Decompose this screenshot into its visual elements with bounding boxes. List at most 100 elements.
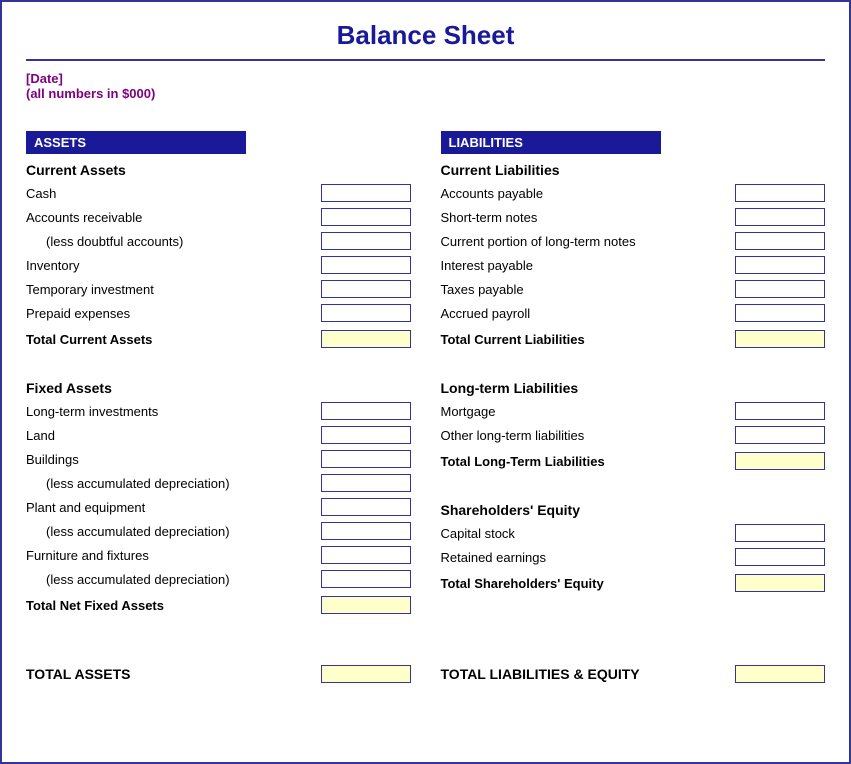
list-item: Mortgage bbox=[441, 400, 826, 422]
fixed-assets-title: Fixed Assets bbox=[26, 380, 411, 396]
page-title: Balance Sheet bbox=[26, 20, 825, 51]
temporary-investment-input[interactable] bbox=[321, 280, 411, 298]
list-item: Short-term notes bbox=[441, 206, 826, 228]
taxes-payable-label: Taxes payable bbox=[441, 282, 736, 297]
list-item: Furniture and fixtures bbox=[26, 544, 411, 566]
land-input[interactable] bbox=[321, 426, 411, 444]
prepaid-expenses-label: Prepaid expenses bbox=[26, 306, 321, 321]
inventory-input[interactable] bbox=[321, 256, 411, 274]
total-net-fixed-assets-row: Total Net Fixed Assets bbox=[26, 594, 411, 616]
list-item: Accounts payable bbox=[441, 182, 826, 204]
list-item: (less accumulated depreciation) bbox=[26, 568, 411, 590]
accounts-payable-input[interactable] bbox=[735, 184, 825, 202]
total-current-liabilities-row: Total Current Liabilities bbox=[441, 328, 826, 350]
plant-equipment-input[interactable] bbox=[321, 498, 411, 516]
total-current-liabilities-label: Total Current Liabilities bbox=[441, 332, 736, 347]
list-item: Retained earnings bbox=[441, 546, 826, 568]
inventory-label: Inventory bbox=[26, 258, 321, 273]
liabilities-header: LIABILITIES bbox=[441, 131, 661, 154]
assets-column: ASSETS Current Assets Cash Accounts rece… bbox=[26, 131, 411, 624]
buildings-label: Buildings bbox=[26, 452, 321, 467]
total-shareholders-equity-label: Total Shareholders' Equity bbox=[441, 576, 736, 591]
total-current-assets-row: Total Current Assets bbox=[26, 328, 411, 350]
total-longterm-liabilities-input[interactable] bbox=[735, 452, 825, 470]
total-assets-input[interactable] bbox=[321, 665, 411, 683]
total-liabilities-equity-row: TOTAL LIABILITIES & EQUITY bbox=[441, 662, 826, 686]
list-item: Inventory bbox=[26, 254, 411, 276]
total-shareholders-equity-input[interactable] bbox=[735, 574, 825, 592]
list-item: (less accumulated depreciation) bbox=[26, 520, 411, 542]
list-item: Long-term investments bbox=[26, 400, 411, 422]
longterm-liabilities-title: Long-term Liabilities bbox=[441, 380, 826, 396]
short-term-notes-input[interactable] bbox=[735, 208, 825, 226]
current-assets-title: Current Assets bbox=[26, 162, 411, 178]
accounts-receivable-label: Accounts receivable bbox=[26, 210, 321, 225]
capital-stock-input[interactable] bbox=[735, 524, 825, 542]
prepaid-expenses-input[interactable] bbox=[321, 304, 411, 322]
other-longterm-input[interactable] bbox=[735, 426, 825, 444]
total-assets-row: TOTAL ASSETS bbox=[26, 662, 411, 686]
list-item: Accrued payroll bbox=[441, 302, 826, 324]
total-liabilities-equity-input[interactable] bbox=[735, 665, 825, 683]
list-item: Accounts receivable bbox=[26, 206, 411, 228]
less-accum-dep1-input[interactable] bbox=[321, 474, 411, 492]
less-accum-dep3-label: (less accumulated depreciation) bbox=[26, 572, 321, 587]
liabilities-column: LIABILITIES Current Liabilities Accounts… bbox=[441, 131, 826, 624]
list-item: Prepaid expenses bbox=[26, 302, 411, 324]
other-longterm-label: Other long-term liabilities bbox=[441, 428, 736, 443]
total-shareholders-equity-row: Total Shareholders' Equity bbox=[441, 572, 826, 594]
current-liabilities-title: Current Liabilities bbox=[441, 162, 826, 178]
list-item: Buildings bbox=[26, 448, 411, 470]
plant-equipment-label: Plant and equipment bbox=[26, 500, 321, 515]
date-label: [Date] bbox=[26, 71, 825, 86]
list-item: Interest payable bbox=[441, 254, 826, 276]
list-item: Taxes payable bbox=[441, 278, 826, 300]
furniture-fixtures-label: Furniture and fixtures bbox=[26, 548, 321, 563]
longterm-investments-label: Long-term investments bbox=[26, 404, 321, 419]
list-item: (less doubtful accounts) bbox=[26, 230, 411, 252]
total-longterm-liabilities-label: Total Long-Term Liabilities bbox=[441, 454, 736, 469]
retained-earnings-label: Retained earnings bbox=[441, 550, 736, 565]
mortgage-input[interactable] bbox=[735, 402, 825, 420]
shareholders-equity-title: Shareholders' Equity bbox=[441, 502, 826, 518]
taxes-payable-input[interactable] bbox=[735, 280, 825, 298]
list-item: Temporary investment bbox=[26, 278, 411, 300]
interest-payable-label: Interest payable bbox=[441, 258, 736, 273]
interest-payable-input[interactable] bbox=[735, 256, 825, 274]
cash-input[interactable] bbox=[321, 184, 411, 202]
less-doubtful-label: (less doubtful accounts) bbox=[26, 234, 321, 249]
list-item: Other long-term liabilities bbox=[441, 424, 826, 446]
accounts-payable-label: Accounts payable bbox=[441, 186, 736, 201]
total-current-assets-input[interactable] bbox=[321, 330, 411, 348]
land-label: Land bbox=[26, 428, 321, 443]
total-net-fixed-assets-input[interactable] bbox=[321, 596, 411, 614]
list-item: Cash bbox=[26, 182, 411, 204]
temporary-investment-label: Temporary investment bbox=[26, 282, 321, 297]
total-assets-label: TOTAL ASSETS bbox=[26, 666, 321, 682]
numbers-note: (all numbers in $000) bbox=[26, 86, 825, 101]
short-term-notes-label: Short-term notes bbox=[441, 210, 736, 225]
total-current-assets-label: Total Current Assets bbox=[26, 332, 321, 347]
total-longterm-liabilities-row: Total Long-Term Liabilities bbox=[441, 450, 826, 472]
current-portion-longterm-input[interactable] bbox=[735, 232, 825, 250]
less-accum-dep3-input[interactable] bbox=[321, 570, 411, 588]
assets-header: ASSETS bbox=[26, 131, 246, 154]
accrued-payroll-label: Accrued payroll bbox=[441, 306, 736, 321]
less-doubtful-input[interactable] bbox=[321, 232, 411, 250]
list-item: (less accumulated depreciation) bbox=[26, 472, 411, 494]
accounts-receivable-input[interactable] bbox=[321, 208, 411, 226]
total-liabilities-equity-label: TOTAL LIABILITIES & EQUITY bbox=[441, 666, 736, 682]
less-accum-dep1-label: (less accumulated depreciation) bbox=[26, 476, 321, 491]
total-current-liabilities-input[interactable] bbox=[735, 330, 825, 348]
current-portion-longterm-label: Current portion of long-term notes bbox=[441, 234, 736, 249]
mortgage-label: Mortgage bbox=[441, 404, 736, 419]
less-accum-dep2-input[interactable] bbox=[321, 522, 411, 540]
furniture-fixtures-input[interactable] bbox=[321, 546, 411, 564]
accrued-payroll-input[interactable] bbox=[735, 304, 825, 322]
longterm-investments-input[interactable] bbox=[321, 402, 411, 420]
less-accum-dep2-label: (less accumulated depreciation) bbox=[26, 524, 321, 539]
list-item: Land bbox=[26, 424, 411, 446]
buildings-input[interactable] bbox=[321, 450, 411, 468]
retained-earnings-input[interactable] bbox=[735, 548, 825, 566]
list-item: Plant and equipment bbox=[26, 496, 411, 518]
